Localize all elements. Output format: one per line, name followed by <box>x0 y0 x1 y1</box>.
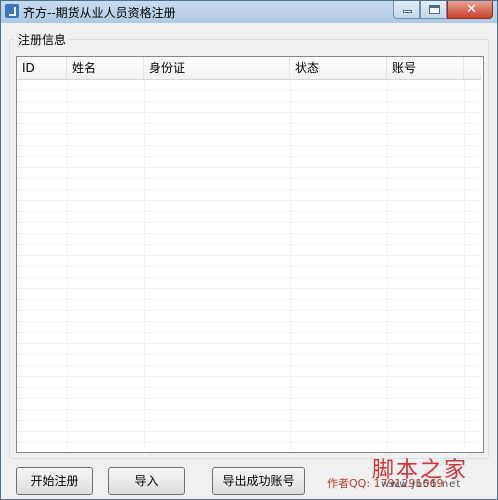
close-icon: ✕ <box>466 2 477 17</box>
table-body <box>17 80 481 450</box>
site-url-watermark: www.jb51.net <box>381 479 462 490</box>
column-divider <box>144 80 145 450</box>
column-header-id-card[interactable]: 身份证 <box>144 57 290 79</box>
maximize-button[interactable] <box>420 1 447 19</box>
column-divider <box>67 80 68 450</box>
group-label: 注册信息 <box>15 31 70 48</box>
maximize-icon <box>429 5 440 14</box>
table-header: ID 姓名 身份证 状态 账号 <box>17 57 481 80</box>
title-bar[interactable]: 齐方--期货从业人员资格注册 ✕ <box>1 1 497 23</box>
column-header-name[interactable]: 姓名 <box>67 57 144 79</box>
column-divider <box>387 80 388 450</box>
start-register-button[interactable]: 开始注册 <box>16 467 93 495</box>
column-header-status[interactable]: 状态 <box>290 57 387 79</box>
app-icon <box>5 4 19 18</box>
close-button[interactable]: ✕ <box>447 1 493 19</box>
column-header-id[interactable]: ID <box>17 57 67 79</box>
minimize-icon <box>403 10 412 13</box>
import-button[interactable]: 导入 <box>108 467 185 495</box>
column-divider <box>290 80 291 450</box>
export-success-accounts-button[interactable]: 导出成功账号 <box>212 467 305 495</box>
window-title: 齐方--期货从业人员资格注册 <box>23 6 176 20</box>
registration-table[interactable]: ID 姓名 身份证 状态 账号 <box>16 56 484 453</box>
column-divider <box>464 80 465 450</box>
column-header-account[interactable]: 账号 <box>387 57 464 79</box>
minimize-button[interactable] <box>393 1 420 19</box>
